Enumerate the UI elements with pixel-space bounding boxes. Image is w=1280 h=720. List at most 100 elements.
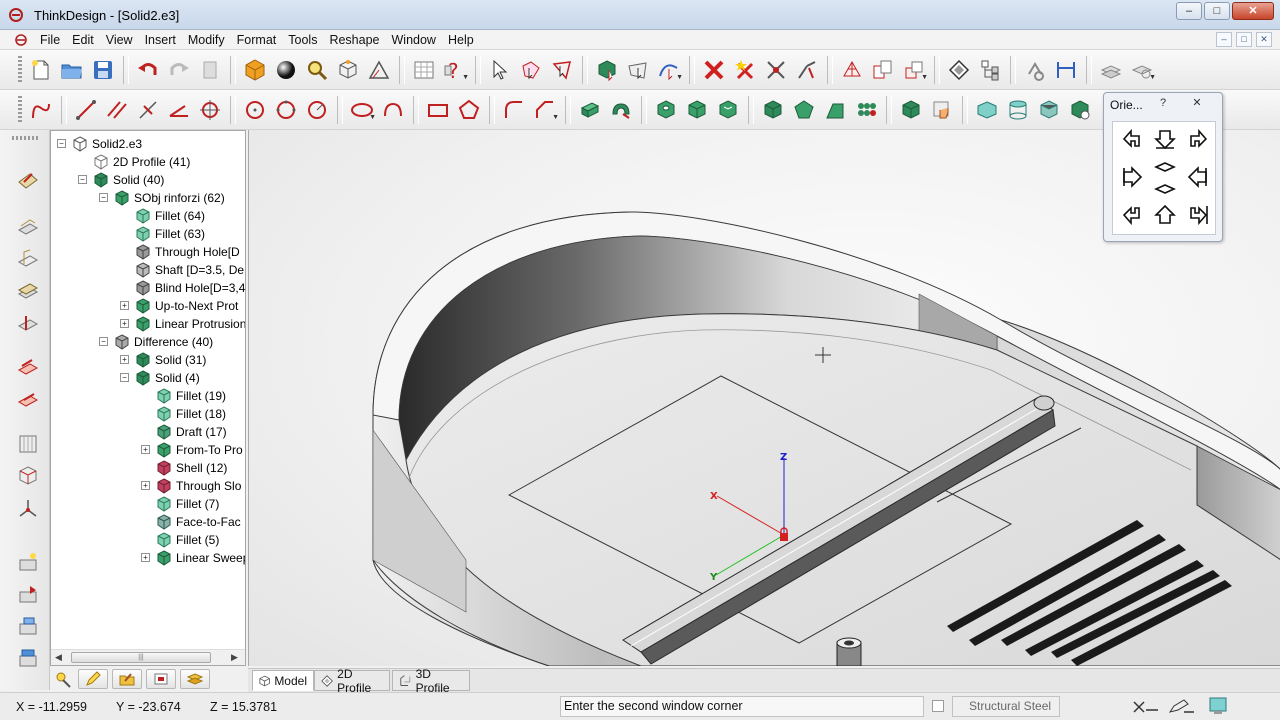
open-button[interactable] bbox=[57, 55, 87, 85]
stack-options-button[interactable]: ▼ bbox=[1127, 55, 1157, 85]
view-cube-button[interactable] bbox=[13, 460, 43, 492]
menu-insert[interactable]: Insert bbox=[139, 32, 182, 48]
view-back-button[interactable] bbox=[1152, 202, 1178, 228]
close-button[interactable]: ✕ bbox=[1232, 2, 1274, 20]
tree-button[interactable] bbox=[975, 55, 1005, 85]
menu-file[interactable]: File bbox=[34, 32, 66, 48]
select-solid-button[interactable] bbox=[592, 55, 622, 85]
view-bottom-right-button[interactable] bbox=[1185, 202, 1211, 228]
extend-button[interactable] bbox=[792, 55, 822, 85]
expand-icon[interactable]: + bbox=[141, 445, 150, 454]
view-left-button[interactable] bbox=[1119, 164, 1145, 190]
minimize-button[interactable]: – bbox=[1176, 2, 1202, 20]
ellipse-button[interactable]: ▼ bbox=[347, 95, 377, 125]
tree-horizontal-scrollbar[interactable]: ◀ ||| ▶ bbox=[51, 649, 245, 665]
tree-row[interactable]: Draft (17) bbox=[51, 423, 245, 441]
copy-button[interactable] bbox=[868, 55, 898, 85]
measure-button[interactable] bbox=[364, 55, 394, 85]
tree-row[interactable]: 2D Profile (41) bbox=[51, 153, 245, 171]
menu-reshape[interactable]: Reshape bbox=[323, 32, 385, 48]
view-top-right-button[interactable] bbox=[1185, 126, 1211, 152]
tree-row[interactable]: Face-to-Fac bbox=[51, 513, 245, 531]
dimension-button[interactable] bbox=[1051, 55, 1081, 85]
layer-delete-button[interactable] bbox=[13, 642, 43, 674]
tree-row[interactable]: + Through Slo bbox=[51, 477, 245, 495]
chevron-down-icon[interactable]: ▼ bbox=[462, 74, 469, 81]
boss-button[interactable] bbox=[682, 95, 712, 125]
attach-button[interactable] bbox=[1020, 55, 1050, 85]
revolve-button[interactable] bbox=[606, 95, 636, 125]
tree-row[interactable]: − Solid (4) bbox=[51, 369, 245, 387]
redo-button[interactable] bbox=[164, 55, 194, 85]
layer-button[interactable] bbox=[944, 55, 974, 85]
solid-wedge-button[interactable] bbox=[820, 95, 850, 125]
spline-button[interactable] bbox=[26, 95, 56, 125]
expand-icon[interactable]: + bbox=[120, 319, 129, 328]
repeat-button[interactable] bbox=[195, 55, 225, 85]
collapse-icon[interactable]: − bbox=[57, 139, 66, 148]
view-bottom-button[interactable] bbox=[1152, 176, 1178, 202]
help-button[interactable]: ? ▼ bbox=[440, 55, 470, 85]
layers-tool-button[interactable] bbox=[180, 669, 210, 689]
save-button[interactable] bbox=[88, 55, 118, 85]
tree-row[interactable]: + Solid (31) bbox=[51, 351, 245, 369]
tree-row[interactable]: + Linear Sweep bbox=[51, 549, 245, 567]
select-surface-button[interactable] bbox=[623, 55, 653, 85]
expand-icon[interactable]: + bbox=[141, 481, 150, 490]
plane-offset-button[interactable] bbox=[13, 352, 43, 384]
hole-button[interactable] bbox=[651, 95, 681, 125]
tree-row[interactable]: − Solid2.e3 bbox=[51, 135, 245, 153]
menu-modify[interactable]: Modify bbox=[182, 32, 231, 48]
menu-format[interactable]: Format bbox=[231, 32, 283, 48]
layer-move-button[interactable] bbox=[13, 578, 43, 610]
angle-line-button[interactable] bbox=[164, 95, 194, 125]
undo-button[interactable] bbox=[133, 55, 163, 85]
maximize-button[interactable]: □ bbox=[1204, 2, 1230, 20]
table-button[interactable] bbox=[409, 55, 439, 85]
plane-rotate-button[interactable] bbox=[13, 384, 43, 416]
tree-row[interactable]: Through Hole[D bbox=[51, 243, 245, 261]
shaded-button[interactable] bbox=[240, 55, 270, 85]
tree-row[interactable]: Blind Hole[D=3,4 bbox=[51, 279, 245, 297]
tab-2d-profile[interactable]: 2D Profile bbox=[314, 667, 390, 695]
parallel-line-button[interactable] bbox=[102, 95, 132, 125]
doc-minimize-button[interactable]: – bbox=[1216, 32, 1232, 47]
layer-new-button[interactable] bbox=[13, 546, 43, 578]
monitor-icon[interactable] bbox=[1202, 696, 1232, 716]
chamfer-curve-button[interactable]: ▼ bbox=[530, 95, 560, 125]
boolean-button[interactable] bbox=[896, 95, 926, 125]
workplane-4-button[interactable] bbox=[13, 308, 43, 340]
tree-row[interactable]: − Solid (40) bbox=[51, 171, 245, 189]
blank-button[interactable] bbox=[730, 55, 760, 85]
delete-button[interactable] bbox=[699, 55, 729, 85]
status-material[interactable]: Structural Steel bbox=[952, 696, 1060, 717]
mesh-button[interactable] bbox=[837, 55, 867, 85]
view-top-left-button[interactable] bbox=[1119, 126, 1145, 152]
toolbar-grip[interactable] bbox=[12, 136, 38, 140]
hand-edit-button[interactable] bbox=[927, 95, 957, 125]
axis-origin-button[interactable] bbox=[13, 492, 43, 524]
polygon-button[interactable] bbox=[454, 95, 484, 125]
snap-axes-icon[interactable] bbox=[1130, 696, 1160, 716]
line-button[interactable] bbox=[71, 95, 101, 125]
menu-help[interactable]: Help bbox=[442, 32, 480, 48]
pencil-tool-button[interactable] bbox=[78, 669, 108, 689]
tree-options-icon[interactable] bbox=[54, 670, 74, 688]
workplane-2-button[interactable] bbox=[13, 244, 43, 276]
solid-prism-button[interactable] bbox=[789, 95, 819, 125]
tree-row[interactable]: Fillet (18) bbox=[51, 405, 245, 423]
transform-button[interactable]: ▼ bbox=[899, 55, 929, 85]
tab-model[interactable]: Model bbox=[252, 670, 314, 691]
folder-tool-button[interactable] bbox=[112, 669, 142, 689]
collapse-icon[interactable]: − bbox=[78, 175, 87, 184]
tree-row[interactable]: Fillet (7) bbox=[51, 495, 245, 513]
solid-box-button[interactable] bbox=[758, 95, 788, 125]
chevron-down-icon[interactable]: ▼ bbox=[552, 114, 559, 121]
doc-close-button[interactable]: ✕ bbox=[1256, 32, 1272, 47]
tree-row[interactable]: − Difference (40) bbox=[51, 333, 245, 351]
sketch-plane-button[interactable] bbox=[13, 164, 43, 196]
select-curve-button[interactable]: ▼ bbox=[654, 55, 684, 85]
circle-radius-button[interactable] bbox=[302, 95, 332, 125]
tree-row[interactable]: + Linear Protrusion bbox=[51, 315, 245, 333]
chevron-down-icon[interactable]: ▼ bbox=[921, 74, 928, 81]
